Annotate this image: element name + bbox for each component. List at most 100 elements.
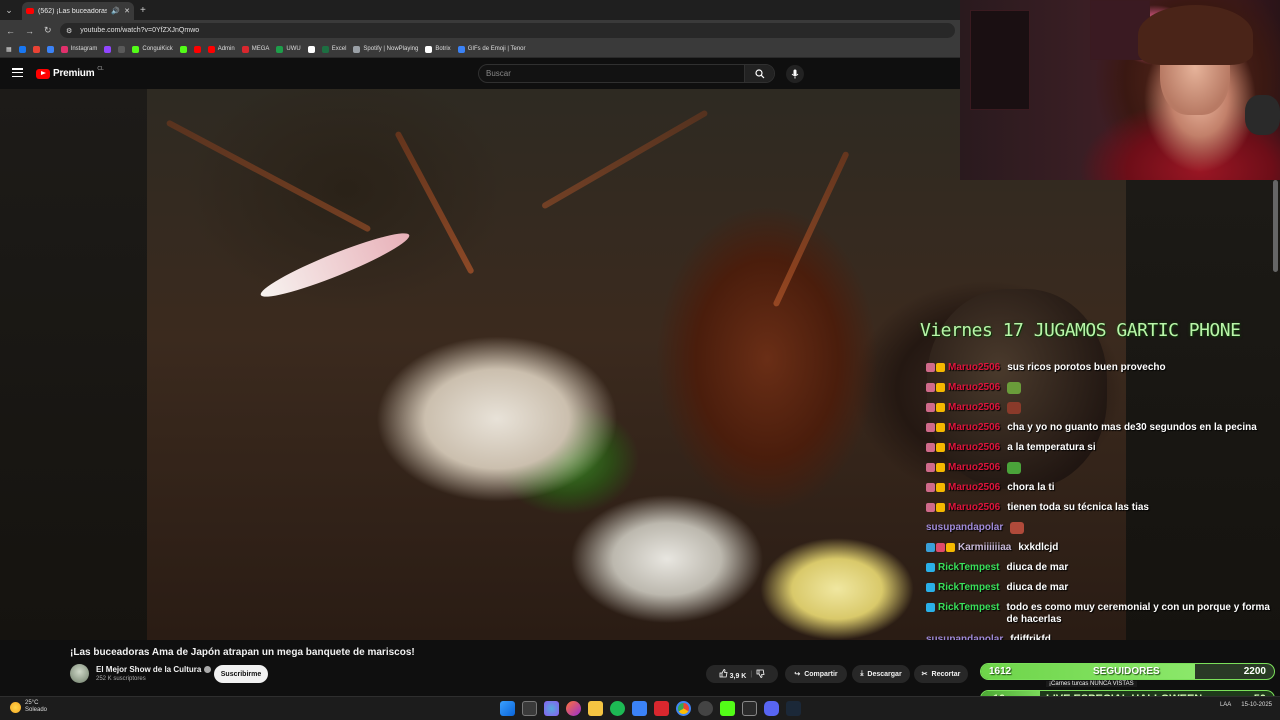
clip-button[interactable]: ✂ Recortar (914, 665, 968, 683)
youtube-header: Premium CL (0, 59, 960, 89)
new-tab-button[interactable]: + (140, 5, 146, 16)
apps-icon[interactable]: ▦ (6, 46, 12, 53)
bookmark-item[interactable] (179, 45, 187, 53)
reload-icon[interactable]: ↻ (44, 25, 52, 36)
tab-list-icon[interactable]: ⌄ (0, 0, 18, 20)
bookmark-item[interactable]: MEGA (241, 45, 269, 53)
clock-date[interactable]: 15-10-2025 (1241, 702, 1272, 708)
spotify-icon[interactable] (610, 701, 625, 716)
chat-message: Maruo2506 (926, 458, 1280, 478)
bookmark-item[interactable]: Excel (321, 45, 347, 53)
followers-label: SEGUIDORES (1093, 666, 1160, 677)
bookmark-item[interactable] (307, 45, 315, 53)
channel-avatar[interactable] (70, 664, 89, 683)
bookmark-item[interactable] (32, 45, 40, 53)
bookmark-item[interactable]: ConguiKick (132, 45, 173, 53)
bookmark-item[interactable]: Instagram (60, 45, 97, 53)
weather-widget[interactable]: 25°C Soleado (10, 700, 47, 714)
chat-emote-icon (1007, 462, 1022, 474)
site-info-icon[interactable]: ⚙ (66, 27, 72, 35)
page-scrollbar[interactable] (1273, 180, 1278, 272)
bookmark-item[interactable]: Spotify | NowPlaying (353, 45, 418, 53)
like-button[interactable]: 3,9 K (719, 668, 746, 680)
firefox-icon[interactable] (566, 701, 581, 716)
streamer-webcam (960, 0, 1280, 180)
share-button[interactable]: ↪ Compartir (785, 665, 847, 683)
back-icon[interactable]: ← (6, 26, 15, 36)
bookmark-favicon-icon (425, 45, 433, 53)
bookmark-favicon-icon (18, 45, 26, 53)
start-icon[interactable] (500, 701, 515, 716)
chat-username[interactable]: Maruo2506 (948, 422, 1000, 434)
kick-icon[interactable] (720, 701, 735, 716)
close-tab-icon[interactable]: ✕ (124, 7, 130, 15)
edge-icon[interactable] (632, 701, 647, 716)
chat-badge-icon (936, 423, 945, 432)
sun-icon (10, 701, 21, 713)
bookmark-favicon-icon (132, 45, 140, 53)
chat-badge-icon (926, 603, 935, 612)
chat-username[interactable]: RickTempest (938, 562, 1000, 574)
bookmark-label: Excel (331, 46, 347, 52)
browser-tab[interactable]: (562) ¡Las buceadoras Ama 🔊 ✕ (22, 2, 134, 20)
bookmark-item[interactable] (46, 45, 54, 53)
chat-username[interactable]: Maruo2506 (948, 462, 1000, 474)
search-button[interactable] (744, 65, 774, 82)
chat-username[interactable]: Maruo2506 (948, 402, 1000, 414)
channel-name-row[interactable]: El Mejor Show de la Cultura (96, 665, 212, 674)
chat-badge-icon (926, 423, 935, 432)
discord-icon[interactable] (764, 701, 779, 716)
bookmark-item[interactable]: UWU (276, 45, 301, 53)
download-button[interactable]: ⤓ Descargar (852, 665, 910, 683)
task-view-icon[interactable] (522, 701, 537, 716)
chat-username[interactable]: RickTempest (938, 602, 1000, 614)
chrome-icon[interactable] (676, 701, 691, 716)
bookmark-item[interactable]: GIFs de Emoji | Tenor (457, 45, 526, 53)
audio-playing-icon[interactable]: 🔊 (111, 7, 120, 15)
temperature: 25°C (25, 700, 39, 706)
chat-badge-icon (936, 483, 945, 492)
bookmark-item[interactable] (118, 45, 126, 53)
copilot-icon[interactable] (544, 701, 559, 716)
chair-back (970, 10, 1030, 110)
bookmark-label: ConguiKick (142, 46, 173, 52)
chat-username[interactable]: RickTempest (938, 582, 1000, 594)
download-label: Descargar (867, 670, 902, 678)
subscribe-button[interactable]: Suscribirme (214, 665, 268, 683)
bookmark-item[interactable] (193, 45, 201, 53)
steam-icon[interactable] (786, 701, 801, 716)
bookmark-item[interactable]: Admin (207, 45, 235, 53)
bookmark-favicon-icon (32, 45, 40, 53)
chat-username[interactable]: Maruo2506 (948, 362, 1000, 374)
mega-app-icon[interactable] (654, 701, 669, 716)
chat-username[interactable]: Karmiiiiiiaa (958, 542, 1011, 554)
bookmark-favicon-icon (241, 45, 249, 53)
search-input[interactable] (479, 69, 744, 78)
chat-badge-icon (936, 443, 945, 452)
bookmark-item[interactable]: Botrix (425, 45, 451, 53)
youtube-premium-logo[interactable]: Premium CL (36, 65, 104, 79)
video-title: ¡Las buceadoras Ama de Japón atrapan un … (70, 647, 415, 658)
language-indicator[interactable]: LAA (1220, 702, 1231, 708)
radish-slice (256, 224, 414, 306)
chat-badges (926, 482, 945, 492)
country-code: CL (97, 65, 104, 72)
chat-username[interactable]: susupandapolar (926, 522, 1003, 534)
menu-icon[interactable] (12, 68, 23, 77)
dislike-button[interactable] (756, 669, 765, 680)
chat-username[interactable]: Maruo2506 (948, 482, 1000, 494)
bookmark-item[interactable] (18, 45, 26, 53)
forward-icon[interactable]: → (25, 26, 34, 36)
terminal-icon[interactable] (742, 701, 757, 716)
file-explorer-icon[interactable] (588, 701, 603, 716)
voice-search-button[interactable] (786, 65, 804, 83)
obs-icon[interactable] (698, 701, 713, 716)
url-field[interactable]: ⚙ youtube.com/watch?v=0YfZXJnQmwo (60, 23, 955, 38)
chat-username[interactable]: Maruo2506 (948, 382, 1000, 394)
bookmark-favicon-icon (179, 45, 187, 53)
chat-username[interactable]: Maruo2506 (948, 442, 1000, 454)
chat-username[interactable]: Maruo2506 (948, 502, 1000, 514)
chat-badges (926, 582, 935, 592)
bookmark-label: UWU (286, 46, 301, 52)
bookmark-item[interactable] (104, 45, 112, 53)
